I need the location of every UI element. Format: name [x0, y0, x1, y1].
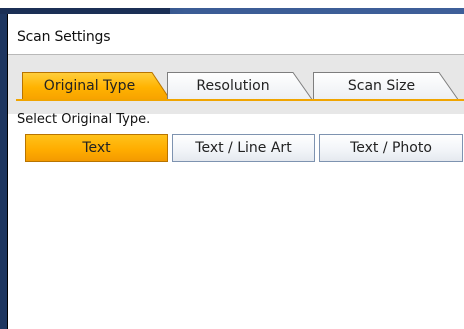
option-text-photo-button[interactable]: Text / Photo [319, 134, 463, 162]
tab-original-type-label: Original Type [43, 78, 136, 94]
tab-resolution-label: Resolution [196, 78, 270, 94]
tab-original-type[interactable]: Original Type [22, 72, 171, 100]
option-text-button[interactable]: Text [25, 134, 168, 162]
scan-settings-panel: Scan Settings Original Type Resolution S… [8, 14, 464, 329]
option-text-photo-label: Text / Photo [350, 140, 432, 156]
option-text-line-art-label: Text / Line Art [195, 140, 292, 156]
tab-scan-size[interactable]: Scan Size [313, 72, 464, 100]
left-frame-edge [0, 14, 8, 329]
tab-scan-size-label: Scan Size [347, 78, 416, 94]
tab-underline [16, 99, 464, 101]
option-text-label: Text [82, 140, 111, 156]
panel-title-row: Scan Settings [8, 14, 464, 55]
panel-title: Scan Settings [17, 29, 111, 45]
option-text-line-art-button[interactable]: Text / Line Art [172, 134, 315, 162]
tab-bar: Original Type Resolution Scan Size [8, 55, 464, 114]
tab-resolution[interactable]: Resolution [167, 72, 313, 100]
scan-settings-screen: Scan Settings Original Type Resolution S… [0, 0, 464, 329]
instruction-text: Select Original Type. [17, 112, 151, 127]
